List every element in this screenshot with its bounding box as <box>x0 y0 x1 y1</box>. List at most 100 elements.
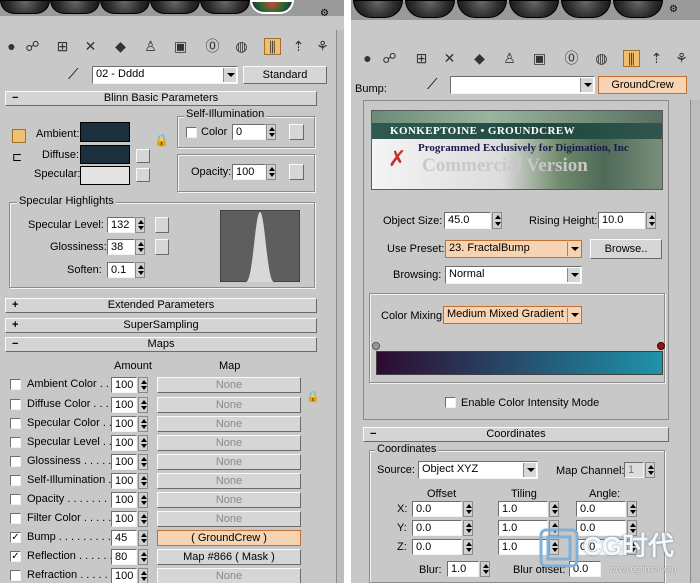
map-enable-checkbox[interactable] <box>10 456 21 467</box>
specular-level-map-button[interactable] <box>155 217 169 233</box>
map-amount-spinner[interactable] <box>138 454 148 470</box>
map-amount-spinner[interactable] <box>138 397 148 413</box>
self-illum-spinner[interactable] <box>266 124 276 140</box>
map-slot-button[interactable]: None <box>157 435 301 451</box>
map-amount-spinner[interactable] <box>138 492 148 508</box>
rollout-extended-parameters[interactable]: + Extended Parameters <box>5 298 317 313</box>
glossiness-map-button[interactable] <box>155 239 169 255</box>
offset-field[interactable]: 0.0 <box>412 501 462 517</box>
make-unique-icon[interactable]: ♙ <box>142 38 159 55</box>
chevron-down-icon[interactable] <box>223 68 236 82</box>
map-amount-field[interactable]: 100 <box>111 454 137 470</box>
rising-height-spinner[interactable] <box>646 212 656 229</box>
map-enable-checkbox[interactable] <box>10 418 21 429</box>
map-slot-button[interactable]: ( GroundCrew ) <box>157 530 301 546</box>
put-to-scene-icon[interactable]: ☍ <box>381 50 398 67</box>
map-amount-field[interactable]: 100 <box>111 492 137 508</box>
sample-slot[interactable] <box>457 0 507 18</box>
lock-ambient-diffuse-icon[interactable] <box>12 129 26 143</box>
active-sample-slot[interactable] <box>250 0 294 14</box>
left-panel-scrollbar[interactable] <box>336 30 344 583</box>
pick-material-eyedropper-icon[interactable]: ⟋ <box>68 66 79 83</box>
map-amount-spinner[interactable] <box>138 377 148 393</box>
self-illum-value-field[interactable]: 0 <box>232 124 266 140</box>
material-type-button[interactable]: Standard <box>243 66 327 84</box>
lock-icon[interactable]: 🔒 <box>154 133 169 147</box>
chevron-down-icon[interactable] <box>580 78 593 92</box>
diffuse-color-swatch[interactable] <box>80 145 130 164</box>
put-to-library-icon[interactable]: ▣ <box>172 38 189 55</box>
glossiness-spinner[interactable] <box>135 239 145 255</box>
diffuse-map-button[interactable] <box>136 149 150 163</box>
opacity-spinner[interactable] <box>266 164 276 180</box>
offset-field[interactable]: 0.0 <box>412 539 462 555</box>
show-map-in-viewport-icon[interactable]: ◍ <box>233 38 250 55</box>
use-preset-dropdown[interactable]: 23. FractalBump <box>445 240 582 258</box>
map-enable-checkbox[interactable] <box>10 379 21 390</box>
browse-button[interactable]: Browse.. <box>590 239 662 259</box>
map-amount-field[interactable]: 100 <box>111 377 137 393</box>
sample-options-icon[interactable]: ⚙ <box>669 4 678 15</box>
object-size-field[interactable]: 45.0 <box>444 212 491 229</box>
color-lock-icon[interactable]: ⊏ <box>12 150 24 170</box>
blur-field[interactable]: 1.0 <box>447 561 479 577</box>
chevron-down-icon[interactable] <box>523 463 536 477</box>
material-id-icon[interactable]: ⓪ <box>563 50 580 67</box>
offset-field[interactable]: 0.0 <box>412 520 462 536</box>
rollout-supersampling[interactable]: + SuperSampling <box>5 318 317 333</box>
material-name-field[interactable]: 02 - Dddd <box>92 66 238 84</box>
map-slot-button[interactable]: None <box>157 568 301 583</box>
specular-level-spinner[interactable] <box>135 217 145 233</box>
map-enable-checkbox[interactable] <box>10 570 21 581</box>
map-enable-checkbox[interactable]: ✓ <box>10 551 21 562</box>
material-id-icon[interactable]: ⓪ <box>204 38 221 55</box>
map-enable-checkbox[interactable]: ✓ <box>10 532 21 543</box>
object-size-spinner[interactable] <box>492 212 502 229</box>
map-slot-button[interactable]: None <box>157 511 301 527</box>
map-channel-field[interactable]: 1 <box>624 462 644 478</box>
enable-color-intensity-checkbox[interactable] <box>445 397 456 408</box>
map-enable-checkbox[interactable] <box>10 437 21 448</box>
soften-field[interactable]: 0.1 <box>107 262 135 278</box>
specular-color-swatch[interactable] <box>80 166 130 185</box>
map-amount-spinner[interactable] <box>138 530 148 546</box>
rising-height-field[interactable]: 10.0 <box>598 212 645 229</box>
map-slot-button[interactable]: None <box>157 397 301 413</box>
gradient-start-flag-icon[interactable] <box>372 342 380 350</box>
maps-lock-icon[interactable]: 🔒 <box>306 390 320 403</box>
chevron-down-icon[interactable] <box>567 242 580 256</box>
self-illum-color-checkbox[interactable] <box>186 127 197 138</box>
angle-field[interactable]: 0.0 <box>576 501 626 517</box>
map-slot-button[interactable]: None <box>157 377 301 393</box>
reset-map-icon[interactable]: ✕ <box>82 38 99 55</box>
map-channel-spinner[interactable] <box>645 462 655 478</box>
put-to-scene-icon[interactable]: ☍ <box>24 38 41 55</box>
color-mixing-dropdown[interactable]: Medium Mixed Gradient <box>443 306 582 324</box>
reset-map-icon[interactable]: ✕ <box>441 50 458 67</box>
map-slot-button[interactable]: None <box>157 473 301 489</box>
go-to-parent-icon[interactable]: ⇡ <box>290 38 307 55</box>
map-amount-field[interactable]: 100 <box>111 568 137 583</box>
go-to-parent-icon[interactable]: ⇡ <box>648 50 665 67</box>
map-amount-field[interactable]: 100 <box>111 435 137 451</box>
map-slot-button[interactable]: None <box>157 492 301 508</box>
blur-spinner[interactable] <box>480 561 490 577</box>
sample-slot[interactable] <box>613 0 663 18</box>
sample-slot[interactable] <box>405 0 455 18</box>
sample-slot[interactable] <box>200 0 250 14</box>
map-amount-field[interactable]: 100 <box>111 473 137 489</box>
color-mixing-gradient-bar[interactable] <box>376 351 663 375</box>
tiling-field[interactable]: 1.0 <box>498 501 548 517</box>
glossiness-field[interactable]: 38 <box>107 239 135 255</box>
map-slot-button[interactable]: Map #866 ( Mask ) <box>157 549 301 565</box>
browsing-dropdown[interactable]: Normal <box>445 266 582 284</box>
map-amount-field[interactable]: 45 <box>111 530 137 546</box>
tiling-spinner[interactable] <box>549 501 559 517</box>
make-unique-icon[interactable]: ♙ <box>501 50 518 67</box>
offset-spinner[interactable] <box>463 501 473 517</box>
sample-slot[interactable] <box>100 0 150 14</box>
sample-slot[interactable] <box>509 0 559 18</box>
map-slot-button[interactable]: None <box>157 416 301 432</box>
go-forward-to-sibling-icon[interactable]: ⚘ <box>673 50 690 67</box>
ambient-color-swatch[interactable] <box>80 122 130 142</box>
